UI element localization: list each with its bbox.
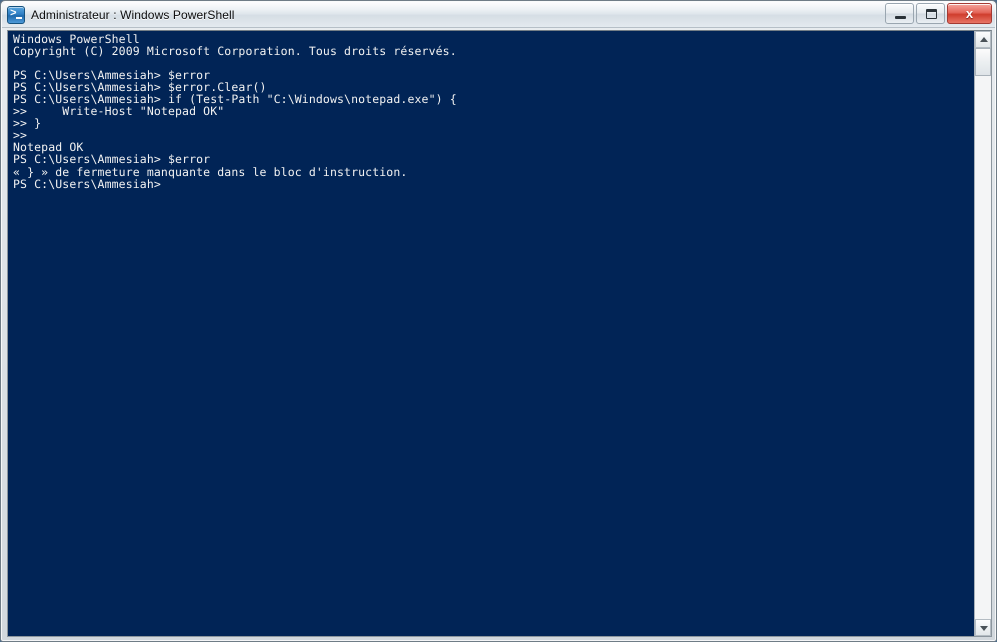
- scrollbar-thumb[interactable]: [975, 48, 991, 76]
- maximize-button[interactable]: [916, 3, 945, 24]
- scroll-up-icon: [980, 37, 988, 42]
- title-bar[interactable]: Administrateur : Windows PowerShell x: [2, 2, 995, 28]
- scrollbar-track[interactable]: [975, 48, 991, 619]
- scroll-up-button[interactable]: [975, 31, 991, 48]
- minimize-button[interactable]: [885, 3, 914, 24]
- console-frame: Windows PowerShell Copyright (C) 2009 Mi…: [7, 30, 992, 637]
- powershell-icon: [7, 5, 25, 24]
- caption-buttons: x: [883, 3, 992, 24]
- close-icon: x: [965, 6, 974, 21]
- close-button[interactable]: x: [947, 3, 992, 24]
- vertical-scrollbar[interactable]: [974, 31, 991, 636]
- scroll-down-icon: [980, 626, 988, 631]
- window-title: Administrateur : Windows PowerShell: [31, 7, 235, 22]
- minimize-icon: [895, 16, 906, 19]
- maximize-icon: [926, 9, 937, 19]
- scroll-down-button[interactable]: [975, 619, 991, 636]
- powershell-window: Administrateur : Windows PowerShell x Wi…: [0, 0, 997, 642]
- console-text: Windows PowerShell Copyright (C) 2009 Mi…: [13, 32, 457, 191]
- console-output-area[interactable]: Windows PowerShell Copyright (C) 2009 Mi…: [8, 31, 974, 636]
